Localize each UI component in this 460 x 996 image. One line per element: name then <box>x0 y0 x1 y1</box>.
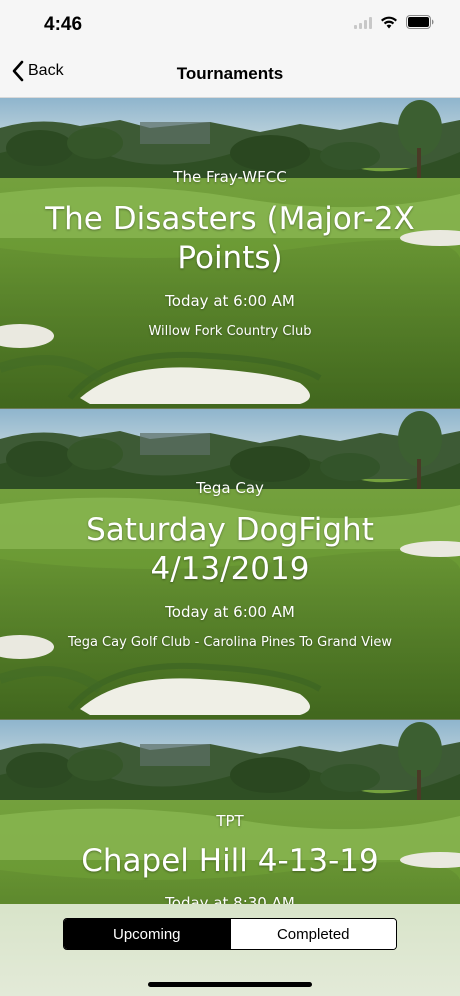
tournament-name: The Disasters (Major-2X Points) <box>45 201 415 276</box>
tournament-card[interactable]: TPT Chapel Hill 4-13-19 Today at 8:30 AM <box>0 720 460 904</box>
tournament-time: Today at 8:30 AM <box>165 894 295 904</box>
bottom-toolbar: Upcoming Completed <box>0 904 460 996</box>
status-icons <box>354 15 434 29</box>
tournament-club: TPT <box>216 812 244 830</box>
tournament-card[interactable]: The Fray-WFCC The Disasters (Major-2X Po… <box>0 98 460 409</box>
home-indicator[interactable] <box>148 982 312 987</box>
segment-upcoming[interactable]: Upcoming <box>64 919 230 949</box>
tournament-list[interactable]: The Fray-WFCC The Disasters (Major-2X Po… <box>0 98 460 904</box>
tournament-course: Willow Fork Country Club <box>148 324 312 339</box>
tournament-name: Chapel Hill 4-13-19 <box>81 843 379 879</box>
tournament-card[interactable]: Tega Cay Saturday DogFight 4/13/2019 Tod… <box>0 409 460 720</box>
tournament-name: Saturday DogFight 4/13/2019 <box>86 512 374 587</box>
status-time: 4:46 <box>44 14 83 35</box>
segment-completed[interactable]: Completed <box>229 919 396 949</box>
tournament-time: Today at 6:00 AM <box>165 603 295 621</box>
battery-icon <box>406 15 434 29</box>
tournament-time: Today at 6:00 AM <box>165 292 295 310</box>
tournament-club: Tega Cay <box>196 479 264 497</box>
tournament-filter-segmented-control: Upcoming Completed <box>63 918 397 950</box>
navigation-bar: Back Tournaments <box>0 50 460 98</box>
page-title: Tournaments <box>176 64 284 83</box>
tournament-course: Tega Cay Golf Club - Carolina Pines To G… <box>67 635 393 650</box>
wifi-icon <box>380 16 398 29</box>
cellular-signal-icon <box>354 16 372 29</box>
tournament-club: The Fray-WFCC <box>173 168 287 186</box>
status-bar: 4:46 <box>0 0 460 50</box>
